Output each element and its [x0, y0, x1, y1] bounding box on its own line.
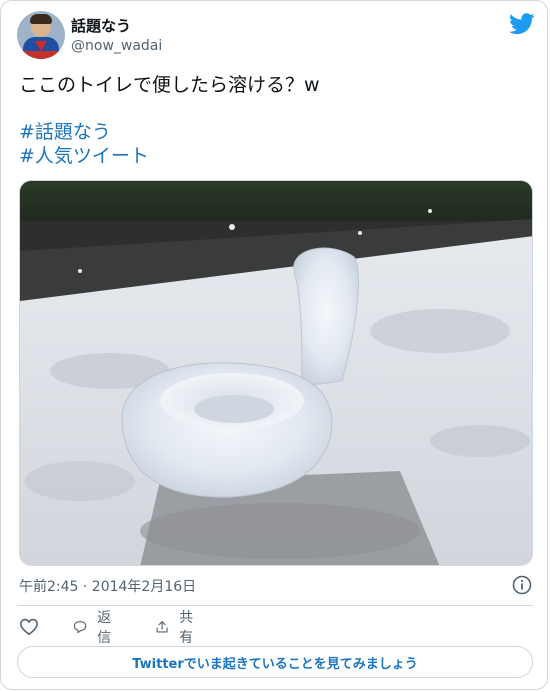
user-handle[interactable]: @now_wadai [71, 38, 162, 54]
like-button[interactable] [19, 615, 49, 639]
share-icon [156, 621, 168, 633]
display-name[interactable]: 話題なう [71, 15, 131, 36]
tweet-header: 話題なう @now_wadai [17, 11, 537, 61]
tweet-timestamp[interactable]: 午前2:45 · 2014年2月16日 [19, 576, 196, 596]
snow-toilet-photo [20, 181, 532, 565]
info-icon[interactable] [512, 575, 532, 595]
see-whats-happening-button[interactable]: Twitterでいま起きていることを見てみましょう [17, 646, 533, 678]
share-button[interactable]: 共有 [155, 610, 199, 646]
divider [17, 605, 533, 606]
hashtag-link[interactable]: #人気ツイート [19, 144, 149, 168]
tweet-photo[interactable] [19, 180, 533, 566]
avatar[interactable] [17, 11, 65, 59]
heart-icon [19, 618, 39, 636]
speech-bubble-icon [73, 621, 87, 634]
share-label: 共有 [179, 610, 194, 646]
embedded-tweet-card: 話題なう @now_wadai ここのトイレで便したら溶ける？w #話題なう #… [0, 0, 548, 690]
hashtag-link[interactable]: #話題なう [19, 120, 111, 144]
twitter-bird-icon[interactable] [509, 13, 535, 35]
reply-button[interactable]: 返信 [73, 610, 117, 646]
tweet-text: ここのトイレで便したら溶ける？w [19, 74, 320, 96]
reply-label: 返信 [97, 610, 112, 646]
